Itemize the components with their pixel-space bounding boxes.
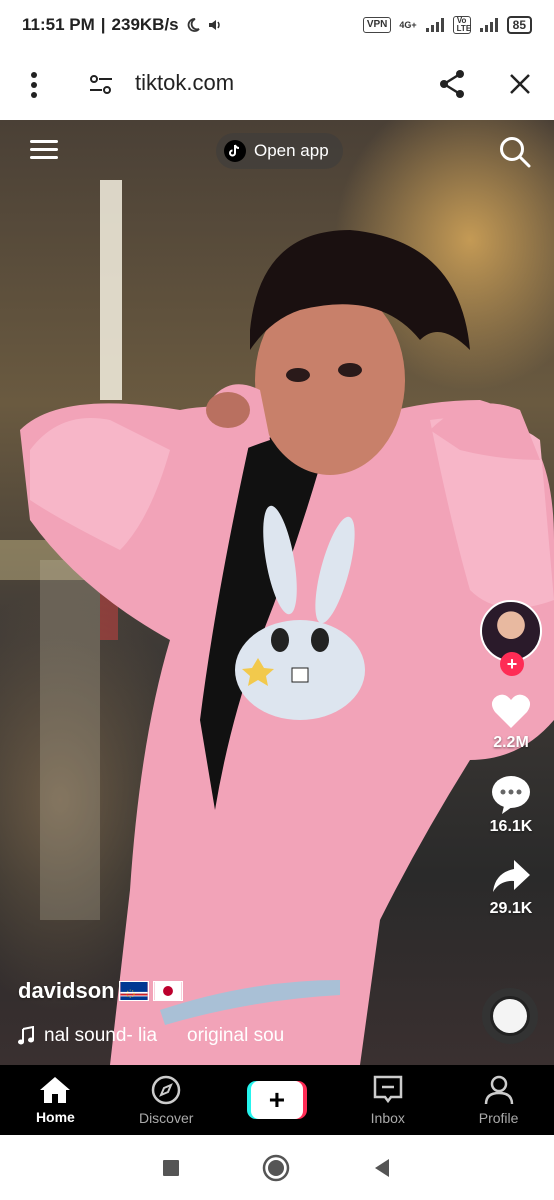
tab-home[interactable]: Home	[0, 1065, 111, 1135]
inbox-icon	[373, 1075, 403, 1104]
sound-disc-cover	[493, 999, 527, 1033]
comment-action[interactable]: 16.1K	[489, 774, 533, 836]
creator-username[interactable]: davidson	[18, 978, 183, 1004]
close-icon[interactable]	[508, 72, 532, 96]
create-button[interactable]: +	[246, 1081, 307, 1119]
video-top-overlay: Open app	[0, 120, 554, 190]
status-right: VPN 4G+ Vo LTE 85	[362, 16, 532, 34]
sound-disc-icon[interactable]	[482, 988, 538, 1044]
volte-badge: Vo LTE	[452, 16, 471, 34]
status-left: 11:51 PM | 239KB/s	[22, 15, 223, 35]
tab-create[interactable]: +	[222, 1065, 333, 1135]
moon-icon	[187, 18, 200, 32]
hamburger-menu-icon[interactable]	[30, 138, 60, 162]
heart-icon[interactable]	[490, 692, 532, 730]
tab-discover[interactable]: Discover	[111, 1065, 222, 1135]
tab-profile[interactable]: Profile	[443, 1065, 554, 1135]
recents-icon[interactable]	[161, 1158, 181, 1178]
share-count: 29.1K	[489, 900, 533, 917]
plus-icon: +	[250, 1081, 303, 1119]
share-arrow-icon[interactable]	[490, 858, 532, 896]
tune-icon[interactable]	[88, 72, 114, 98]
home-circle-icon[interactable]	[262, 1154, 290, 1182]
home-icon	[40, 1077, 71, 1103]
bottom-tab-bar: Home Discover + Inbox Profile	[0, 1065, 554, 1135]
video-frame-figure	[0, 180, 554, 1065]
sound-text-2: original sou	[187, 1025, 285, 1046]
open-app-button[interactable]: Open app	[216, 133, 343, 169]
battery-icon: 85	[506, 16, 532, 34]
share-action[interactable]: 29.1K	[489, 858, 533, 918]
like-count: 2.2M	[493, 734, 529, 751]
vpn-badge: VPN	[362, 17, 392, 33]
like-action[interactable]: 2.2M	[490, 692, 532, 752]
comment-icon[interactable]	[490, 774, 532, 814]
person-icon	[484, 1075, 513, 1105]
creator-avatar[interactable]: +	[480, 600, 542, 676]
tab-home-label: Home	[35, 1109, 75, 1125]
tab-discover-label: Discover	[138, 1110, 194, 1126]
network-type: 4G+	[399, 20, 417, 30]
compass-icon	[151, 1075, 181, 1105]
signal-icon-2	[479, 18, 498, 32]
music-note-icon	[18, 1026, 34, 1045]
signal-icon	[425, 18, 444, 32]
volume-icon	[208, 20, 220, 30]
tab-inbox[interactable]: Inbox	[332, 1065, 443, 1135]
search-icon[interactable]	[498, 135, 532, 169]
cape-verde-flag-icon	[118, 981, 149, 1001]
japan-flag-icon	[152, 981, 183, 1001]
follow-button[interactable]: +	[500, 652, 524, 676]
status-bar: 11:51 PM | 239KB/s VPN 4G+ Vo LTE 85	[0, 0, 554, 50]
video-caption: davidson	[18, 978, 183, 1004]
status-divider: |	[100, 15, 106, 34]
system-nav-bar	[0, 1135, 554, 1200]
tiktok-logo-icon	[224, 140, 246, 162]
sound-row[interactable]: nal sound- lia original sou	[16, 1025, 316, 1047]
username-text[interactable]: davidson	[18, 978, 115, 1004]
video-player[interactable]: Open app + 2.2M 16.1K 29.1K davidson nal…	[0, 120, 554, 1065]
more-vertical-icon[interactable]	[24, 70, 44, 100]
tab-inbox-label: Inbox	[370, 1110, 405, 1126]
tab-profile-label: Profile	[478, 1110, 519, 1126]
url-text[interactable]: tiktok.com	[135, 70, 234, 96]
status-time: 11:51 PM	[22, 15, 95, 34]
comment-count: 16.1K	[489, 818, 533, 835]
share-icon[interactable]	[436, 68, 468, 100]
video-action-rail: + 2.2M 16.1K 29.1K	[478, 600, 544, 918]
sound-marquee: nal sound- lia original sou	[44, 1025, 284, 1047]
status-speed: 239KB/s	[111, 15, 179, 34]
browser-url-bar: tiktok.com	[0, 50, 554, 120]
back-icon[interactable]	[371, 1157, 393, 1179]
sound-text-1: nal sound- lia	[44, 1025, 158, 1046]
open-app-label: Open app	[254, 141, 329, 160]
